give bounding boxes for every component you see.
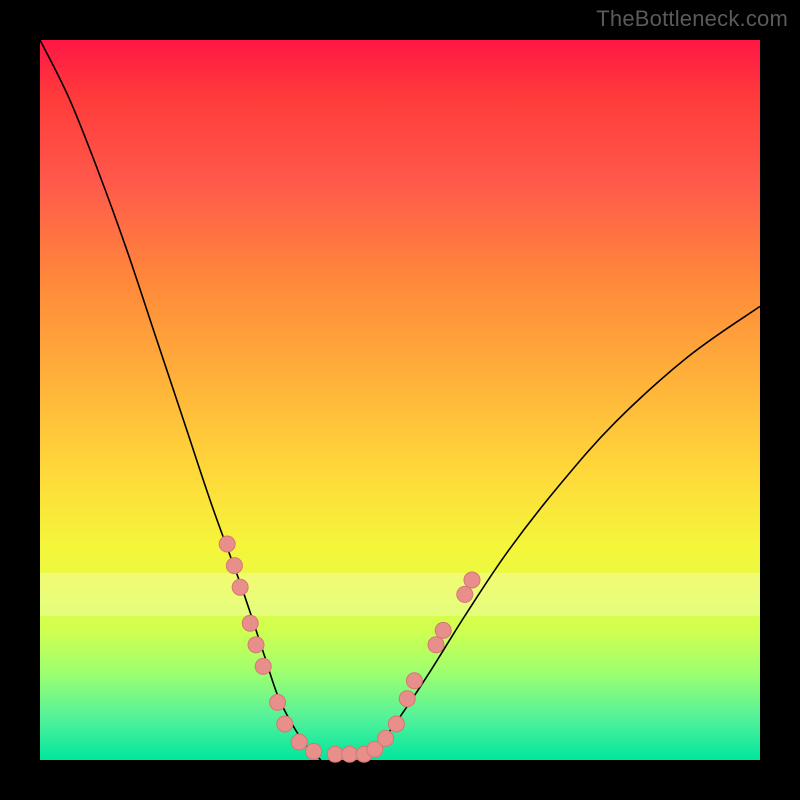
data-marker — [306, 743, 322, 759]
data-marker — [242, 615, 258, 631]
data-marker — [399, 691, 415, 707]
data-marker — [428, 637, 444, 653]
plot-area — [40, 40, 760, 760]
highlight-band — [40, 573, 760, 616]
data-marker — [277, 716, 293, 732]
data-marker — [388, 716, 404, 732]
chart-svg — [40, 40, 760, 760]
data-marker — [291, 734, 307, 750]
data-marker — [457, 586, 473, 602]
data-marker — [435, 622, 451, 638]
data-marker — [226, 558, 242, 574]
data-marker — [255, 658, 271, 674]
data-marker — [232, 579, 248, 595]
chart-frame: TheBottleneck.com — [0, 0, 800, 800]
data-marker — [327, 746, 343, 762]
data-markers — [219, 536, 480, 762]
curve-right — [364, 306, 760, 760]
watermark-text: TheBottleneck.com — [596, 6, 788, 32]
data-marker — [342, 746, 358, 762]
data-marker — [406, 673, 422, 689]
data-marker — [248, 637, 264, 653]
data-marker — [464, 572, 480, 588]
data-marker — [219, 536, 235, 552]
data-marker — [378, 730, 394, 746]
data-marker — [270, 694, 286, 710]
curve-left — [40, 40, 321, 760]
